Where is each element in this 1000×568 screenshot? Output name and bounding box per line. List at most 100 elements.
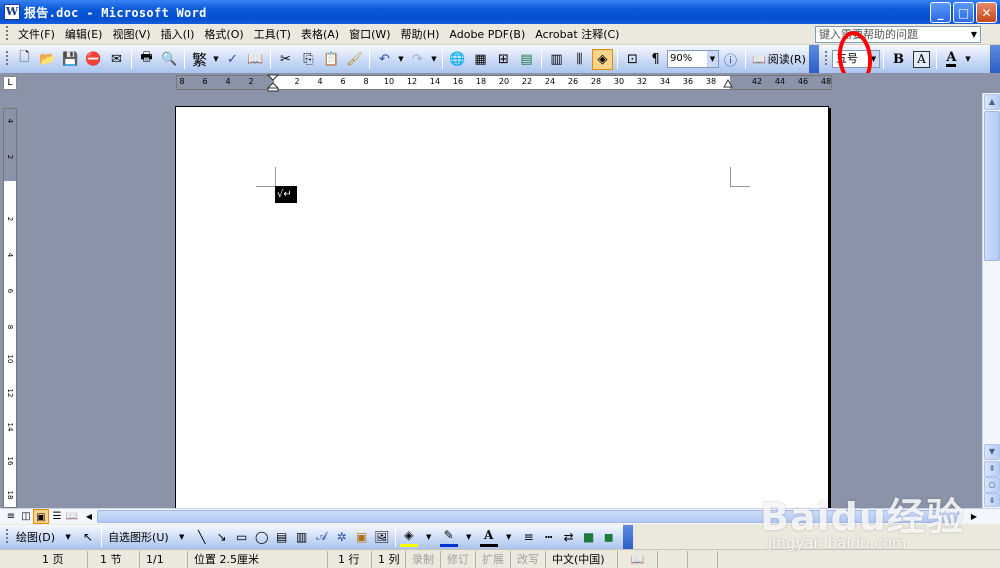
status-ext[interactable]: 扩展 — [476, 550, 511, 568]
permission-icon[interactable]: ⛔ — [83, 49, 104, 70]
new-doc-icon[interactable]: 🗋 — [14, 49, 35, 70]
tab-selector[interactable]: L — [3, 76, 17, 90]
line-color-icon[interactable]: ✎ — [439, 527, 458, 547]
doc-map-icon[interactable]: ◈ — [592, 48, 613, 70]
first-line-indent-marker[interactable] — [267, 74, 279, 92]
prev-page-button[interactable]: ⇞ — [984, 461, 1000, 477]
status-trk[interactable]: 修订 — [441, 550, 476, 568]
scroll-up-button[interactable]: ▲ — [984, 94, 1000, 110]
drawing-toolbar-options-icon[interactable] — [622, 524, 633, 549]
format-toolbar-grip[interactable] — [822, 51, 829, 67]
menu-format[interactable]: 格式(O) — [199, 25, 248, 44]
print-preview-icon[interactable]: 🔍 — [159, 49, 180, 70]
redo-icon[interactable]: ↷ — [407, 49, 428, 70]
word-app-icon[interactable]: W — [4, 4, 20, 20]
read-mode-button[interactable]: 📖 阅读(R) — [749, 49, 809, 69]
line-color-dropdown-icon[interactable]: ▼ — [460, 527, 478, 547]
menu-help[interactable]: 帮助(H) — [396, 25, 445, 44]
email-icon[interactable]: ✉ — [106, 49, 127, 70]
draw-font-color-dropdown-icon[interactable]: ▼ — [500, 527, 518, 547]
line-style-icon[interactable]: ≡ — [520, 527, 538, 547]
outline-view-icon[interactable]: ☰ — [49, 509, 65, 524]
maximize-button[interactable]: □ — [953, 2, 974, 23]
bold-button[interactable]: B — [888, 49, 909, 70]
toolbar-options-icon[interactable] — [808, 45, 819, 73]
paste-icon[interactable]: 📋 — [321, 49, 342, 70]
select-objects-icon[interactable]: ↖ — [79, 527, 97, 547]
textbox-icon[interactable]: ▤ — [273, 527, 291, 547]
menu-edit[interactable]: 编辑(E) — [60, 25, 108, 44]
draw-dropdown-icon[interactable]: ▼ — [59, 527, 77, 547]
undo-icon[interactable]: ↶ — [374, 49, 395, 70]
paragraph-mark-icon[interactable]: ¶ — [645, 49, 666, 70]
web-view-icon[interactable]: ◫ — [18, 509, 34, 524]
vertical-textbox-icon[interactable]: ▥ — [293, 527, 311, 547]
format-painter-icon[interactable]: 🖌 — [344, 49, 365, 70]
vertical-scroll-thumb[interactable] — [984, 111, 1000, 261]
scroll-left-button[interactable]: ◀ — [81, 509, 97, 524]
document-page[interactable]: √↵ — [175, 106, 829, 508]
menu-window[interactable]: 窗口(W) — [344, 25, 395, 44]
insert-excel-icon[interactable]: ▤ — [516, 49, 537, 70]
print-view-icon[interactable]: ▣ — [33, 509, 49, 524]
drawing-icon[interactable]: ⫼ — [569, 49, 590, 70]
status-ovr[interactable]: 改写 — [511, 550, 546, 568]
copy-icon[interactable]: ⎘ — [298, 49, 319, 70]
fill-color-dropdown-icon[interactable]: ▼ — [420, 527, 438, 547]
menu-view[interactable]: 视图(V) — [107, 25, 155, 44]
next-page-button[interactable]: ⇟ — [984, 493, 1000, 507]
browse-object-button[interactable]: ○ — [984, 477, 1000, 493]
trad-chinese-icon[interactable]: 繁 — [189, 49, 210, 70]
scroll-down-button[interactable]: ▼ — [984, 444, 1000, 460]
vertical-scrollbar[interactable]: ▲ ▼ ⇞ ○ ⇟ — [982, 93, 1000, 508]
help-icon[interactable]: ⓘ — [720, 49, 741, 70]
arrow-icon[interactable]: ↘ — [213, 527, 231, 547]
undo-dropdown-icon[interactable]: ▼ — [397, 49, 405, 70]
clipart-icon[interactable]: ▣ — [353, 527, 371, 547]
spelling-icon[interactable]: ✓ — [222, 49, 243, 70]
cut-icon[interactable]: ✂ — [275, 49, 296, 70]
insert-picture-icon[interactable]: 🖼 — [373, 527, 391, 547]
font-color-dropdown-icon[interactable]: ▼ — [964, 49, 972, 70]
format-toolbar-options-icon[interactable] — [990, 45, 1000, 73]
zoom-select[interactable]: 90% ▼ — [667, 50, 719, 68]
vertical-ruler[interactable]: 4 2 2 4 6 8 10 12 14 16 18 — [3, 108, 17, 508]
tables-borders-icon[interactable]: ▦ — [470, 49, 491, 70]
trad-dropdown-icon[interactable]: ▼ — [212, 49, 220, 70]
menu-table[interactable]: 表格(A) — [296, 25, 344, 44]
rectangle-icon[interactable]: ▭ — [233, 527, 251, 547]
menu-acrobat-comments[interactable]: Acrobat 注释(C) — [530, 25, 624, 44]
columns-icon[interactable]: ▥ — [546, 49, 567, 70]
draw-menu-button[interactable]: 绘图(D) — [13, 529, 58, 545]
spelling-status-icon[interactable]: 📖 — [618, 550, 658, 568]
line-icon[interactable]: ╲ — [193, 527, 211, 547]
char-border-button[interactable]: A — [911, 49, 932, 70]
scroll-right-button[interactable]: ▶ — [966, 509, 982, 524]
3d-style-icon[interactable]: ◼ — [600, 527, 618, 547]
draw-font-color-icon[interactable]: A — [479, 527, 498, 547]
reading-view-icon[interactable]: 📖 — [64, 509, 80, 524]
menu-tools[interactable]: 工具(T) — [249, 25, 296, 44]
menu-insert[interactable]: 插入(I) — [156, 25, 200, 44]
research-icon[interactable]: 📖 — [245, 49, 266, 70]
right-indent-marker[interactable] — [723, 79, 733, 88]
autoshapes-dropdown-icon[interactable]: ▼ — [173, 527, 191, 547]
insert-table-icon[interactable]: ⊞ — [493, 49, 514, 70]
selected-text[interactable]: √↵ — [275, 186, 297, 203]
close-button[interactable]: ✕ — [976, 2, 997, 23]
save-icon[interactable]: 💾 — [60, 49, 81, 70]
open-icon[interactable]: 📂 — [37, 49, 58, 70]
horizontal-scroll-thumb[interactable] — [97, 510, 959, 523]
zoom-dropdown-icon[interactable]: ▼ — [707, 51, 718, 67]
menu-file[interactable]: 文件(F) — [13, 25, 60, 44]
hyperlink-icon[interactable]: 🌐 — [447, 49, 468, 70]
minimize-button[interactable]: _ — [930, 2, 951, 23]
wordart-icon[interactable]: 𝒜 — [313, 527, 331, 547]
help-dropdown-icon[interactable]: ▼ — [968, 27, 980, 42]
print-icon[interactable]: 🖶 — [136, 49, 157, 70]
oval-icon[interactable]: ◯ — [253, 527, 271, 547]
arrow-style-icon[interactable]: ⇄ — [560, 527, 578, 547]
autoshapes-menu-button[interactable]: 自选图形(U) — [105, 529, 172, 545]
menu-adobe-pdf[interactable]: Adobe PDF(B) — [444, 25, 530, 44]
toolbar-grip-handle[interactable] — [4, 51, 10, 67]
